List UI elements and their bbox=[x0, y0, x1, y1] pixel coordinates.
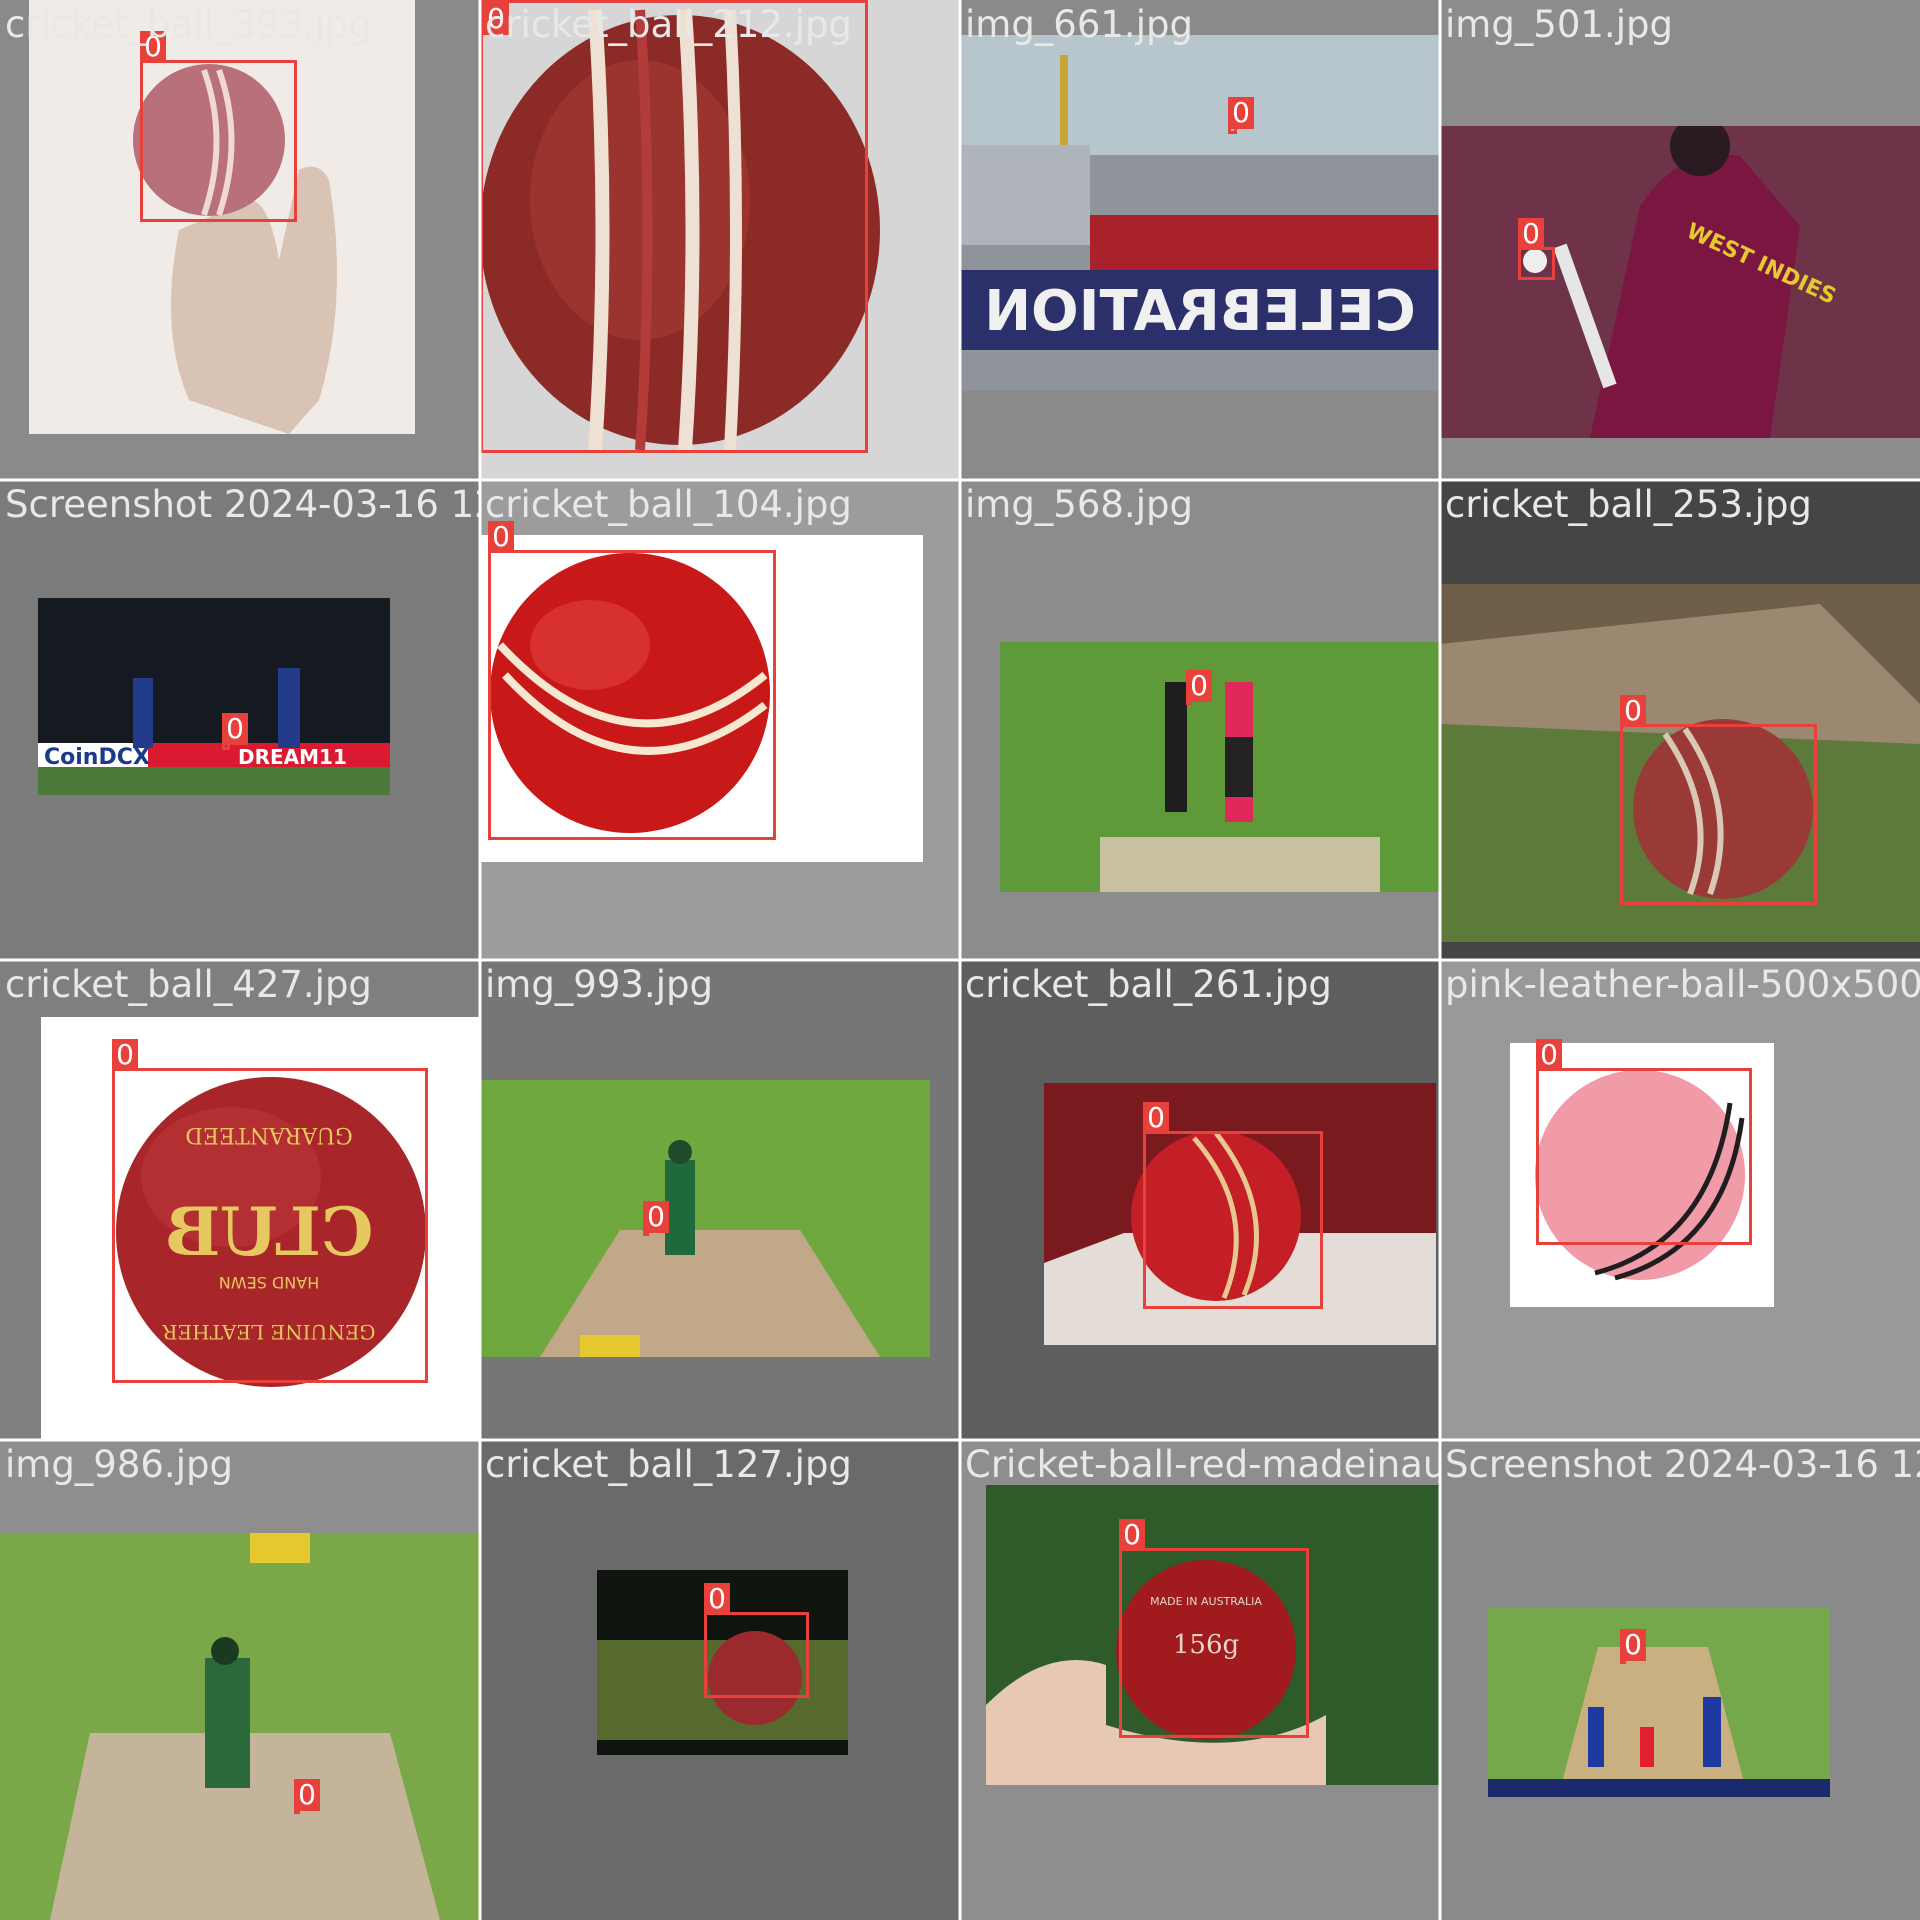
image-filename: cricket_ball_212.jpg bbox=[485, 3, 852, 46]
image-filename: cricket_ball_393.jpg bbox=[5, 3, 372, 46]
image-filename: img_986.jpg bbox=[5, 1443, 233, 1486]
detection-box: 0 bbox=[1620, 695, 1817, 905]
image-filename: Screenshot 2024-03-16 120 bbox=[1445, 1443, 1920, 1486]
detection-box: 0 bbox=[1119, 1519, 1309, 1738]
image-filename: Screenshot 2024-03-16 120112.png bbox=[5, 483, 480, 526]
image-filename: cricket_ball_261.jpg bbox=[965, 963, 1332, 1006]
photo-match-broadcast bbox=[1488, 1607, 1830, 1797]
image-filename: pink-leather-ball-500x500.jpg bbox=[1445, 963, 1920, 1006]
detection-box: 0 bbox=[1143, 1102, 1323, 1309]
mosaic-tile-15: 156g MADE IN AUSTRALIA Cricket-ball-red-… bbox=[960, 1440, 1440, 1920]
mosaic-tile-11: cricket_ball_261.jpg 0 bbox=[960, 960, 1440, 1440]
banner-text: CELEBRATION bbox=[984, 279, 1416, 344]
board-text-2: DREAM11 bbox=[238, 745, 347, 769]
detection-class-label: 0 bbox=[1620, 695, 1646, 727]
photo-bowler-umpire bbox=[1000, 642, 1440, 892]
mosaic-tile-16: Screenshot 2024-03-16 120 0 bbox=[1440, 1440, 1920, 1920]
photo-stadium-sky: CELEBRATION bbox=[960, 35, 1440, 390]
mosaic-tile-9: GUARANTEED CLUB HAND SEWN GENUINE LEATHE… bbox=[0, 960, 480, 1440]
detection-box: 0 bbox=[294, 1779, 320, 1814]
detection-class-label: 0 bbox=[1518, 218, 1544, 250]
detection-class-label: 0 bbox=[112, 1039, 138, 1071]
image-filename: cricket_ball_253.jpg bbox=[1445, 483, 1812, 526]
detection-class-label: 0 bbox=[222, 713, 248, 745]
mosaic-tile-1: cricket_ball_393.jpg 0 bbox=[0, 0, 480, 480]
detection-class-label: 0 bbox=[1536, 1039, 1562, 1071]
detection-box: 0 bbox=[480, 0, 868, 453]
detection-class-label: 0 bbox=[1119, 1519, 1145, 1551]
mosaic-tile-8: cricket_ball_253.jpg 0 bbox=[1440, 480, 1920, 960]
detection-box: 0 bbox=[112, 1039, 428, 1383]
image-filename: cricket_ball_127.jpg bbox=[485, 1443, 852, 1486]
image-filename: img_993.jpg bbox=[485, 963, 713, 1006]
image-filename: img_501.jpg bbox=[1445, 3, 1673, 46]
photo-match-screenshot: CoinDCX DREAM11 bbox=[38, 598, 390, 795]
detection-box: 0 bbox=[1186, 670, 1212, 705]
mosaic-tile-3: CELEBRATION img_661.jpg 0 bbox=[960, 0, 1440, 480]
detection-class-label: 0 bbox=[1228, 97, 1254, 129]
detection-box: 0 bbox=[1536, 1039, 1752, 1245]
mosaic-tile-5: CoinDCX DREAM11 Screenshot 2024-03-16 12… bbox=[0, 480, 480, 960]
photo-batsman-green-wide bbox=[0, 1533, 480, 1920]
mosaic-tile-14: cricket_ball_127.jpg 0 bbox=[480, 1440, 960, 1920]
mosaic-tile-2: cricket_ball_212.jpg 0 bbox=[480, 0, 960, 480]
detection-class-label: 0 bbox=[704, 1583, 730, 1615]
detection-class-label: 0 bbox=[643, 1201, 669, 1233]
detection-class-label: 0 bbox=[1620, 1629, 1646, 1661]
photo-batsman-maroon: WEST INDIES bbox=[1440, 126, 1920, 438]
mosaic-tile-10: img_993.jpg 0 bbox=[480, 960, 960, 1440]
mosaic-tile-4: WEST INDIES img_501.jpg 0 bbox=[1440, 0, 1920, 480]
detection-box: 0 bbox=[488, 521, 776, 840]
mosaic-tile-6: cricket_ball_104.jpg 0 bbox=[480, 480, 960, 960]
detection-box: 0 bbox=[1620, 1629, 1646, 1664]
image-filename: Cricket-ball-red-madeinaustralia.jpg bbox=[965, 1443, 1440, 1486]
detection-box: 0 bbox=[643, 1201, 669, 1236]
mosaic-tile-13: img_986.jpg 0 bbox=[0, 1440, 480, 1920]
detection-class-label: 0 bbox=[1186, 670, 1212, 702]
image-filename: cricket_ball_104.jpg bbox=[485, 483, 852, 526]
image-filename: cricket_ball_427.jpg bbox=[5, 963, 372, 1006]
image-filename: img_568.jpg bbox=[965, 483, 1193, 526]
detection-box: 0 bbox=[704, 1583, 809, 1698]
detection-box: 0 bbox=[1518, 218, 1555, 280]
detection-box: 0 bbox=[222, 713, 248, 750]
mosaic-tile-7: img_568.jpg 0 bbox=[960, 480, 1440, 960]
detection-class-label: 0 bbox=[294, 1779, 320, 1811]
detection-box: 0 bbox=[140, 31, 297, 222]
photo-batsman-green bbox=[480, 1080, 930, 1357]
image-filename: img_661.jpg bbox=[965, 3, 1193, 46]
mosaic-tile-12: pink-leather-ball-500x500.jpg 0 bbox=[1440, 960, 1920, 1440]
detection-class-label: 0 bbox=[1143, 1102, 1169, 1134]
board-text-1: CoinDCX bbox=[44, 745, 150, 770]
detection-box: 0 bbox=[1228, 97, 1254, 134]
